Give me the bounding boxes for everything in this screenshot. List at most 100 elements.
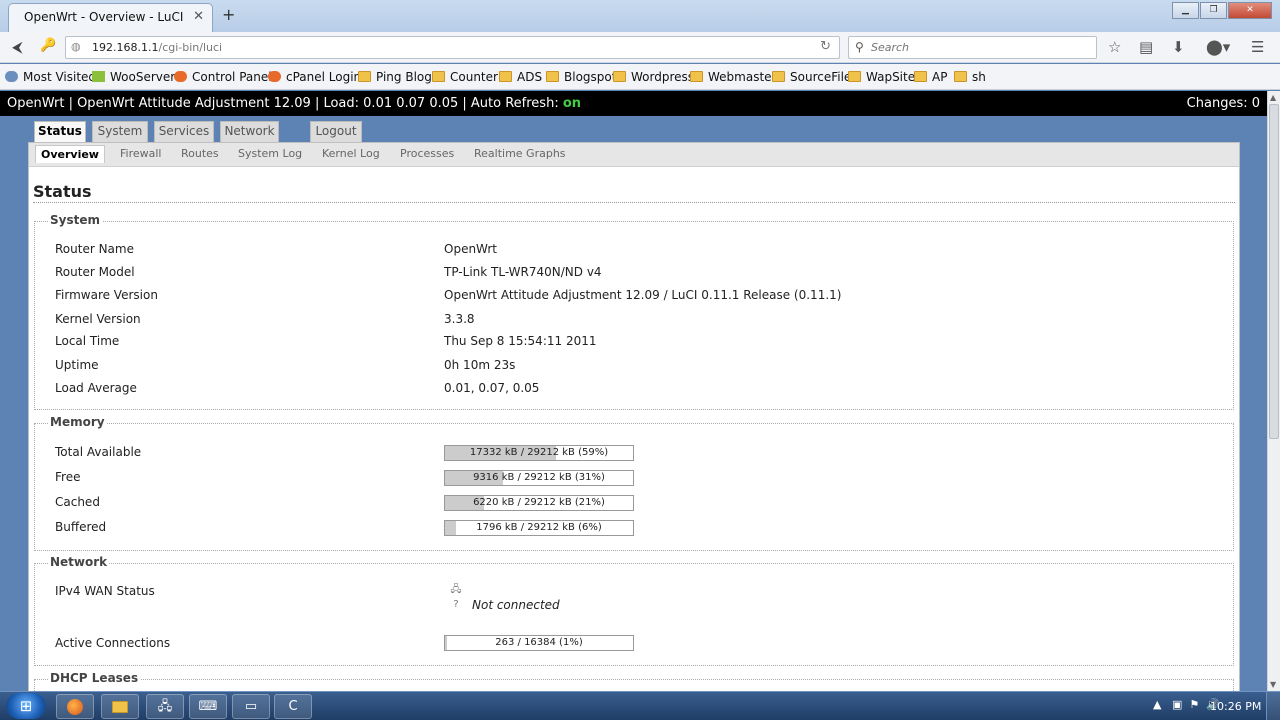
bookmark-wapsite[interactable]: WapSite: [848, 70, 915, 84]
active-connections-bar: 263 / 16384 (1%): [444, 635, 634, 651]
page-scrollbar[interactable]: ▲ ▼: [1267, 91, 1280, 691]
bookmark-label: Control Panel: [192, 70, 272, 84]
clock[interactable]: 10:26 PM: [1210, 700, 1261, 713]
restore-icon[interactable]: ❐: [1200, 2, 1227, 19]
taskbar-app-putty-icon[interactable]: ⌨: [189, 694, 227, 719]
url-host: 192.168.1.1: [92, 41, 159, 54]
search-input[interactable]: [871, 37, 1091, 58]
bookmark-label: SourceFile: [790, 70, 852, 84]
luci-header: OpenWrt | OpenWrt Attitude Adjustment 12…: [0, 91, 1267, 116]
scroll-down-icon[interactable]: ▼: [1270, 680, 1276, 689]
tab-status[interactable]: Status: [34, 121, 86, 142]
bookmark-ap[interactable]: AP: [914, 70, 947, 84]
bookmark-blogspot[interactable]: Blogspot: [546, 70, 616, 84]
kernel-version-label: Kernel Version: [55, 312, 141, 326]
bookmark-ads[interactable]: ADS: [499, 70, 542, 84]
address-bar[interactable]: ◍ 192.168.1.1/cgi-bin/luci ↻: [65, 36, 840, 59]
network-tray-icon[interactable]: ▣: [1172, 698, 1182, 711]
tab-logout[interactable]: Logout: [310, 121, 362, 142]
header-title: OpenWrt | OpenWrt Attitude Adjustment 12…: [7, 96, 559, 111]
memory-section: Memory Total Available 17332 kB / 29212 …: [34, 415, 1234, 551]
subtab-routes[interactable]: Routes: [181, 147, 219, 160]
bookmark-counter[interactable]: Counter: [432, 70, 498, 84]
bookmark-label: Blogspot: [564, 70, 617, 84]
memory-legend: Memory: [48, 415, 107, 429]
load-average-label: Load Average: [55, 381, 137, 395]
tab-system[interactable]: System: [92, 121, 148, 142]
router-name-value: OpenWrt: [444, 242, 498, 256]
bookmark-label: WapSite: [866, 70, 916, 84]
folder-icon: [546, 71, 559, 82]
folder-icon: [848, 71, 861, 82]
tab-network[interactable]: Network: [220, 121, 279, 142]
network-section: Network IPv4 WAN Status 🖧? Not connected…: [34, 555, 1234, 666]
subtab-firewall[interactable]: Firewall: [120, 147, 161, 160]
tab-close-icon[interactable]: ✕: [193, 9, 204, 24]
bookmark-most-visited[interactable]: Most Visited: [5, 70, 96, 84]
active-connections-text: 263 / 16384 (1%): [495, 637, 583, 648]
bookmark-label: Webmaster: [708, 70, 777, 84]
start-button[interactable]: ⊞: [6, 693, 46, 719]
tab-title: OpenWrt - Overview - LuCI: [24, 10, 184, 24]
taskbar-app-ccleaner-icon[interactable]: C: [274, 694, 312, 719]
free-bar: 9316 kB / 29212 kB (31%): [444, 470, 634, 486]
router-model-label: Router Model: [55, 265, 135, 279]
bookmark-wordpress[interactable]: Wordpress: [613, 70, 694, 84]
back-icon[interactable]: ⮜: [12, 38, 23, 56]
buffered-bar: 1796 kB / 29212 kB (6%): [444, 520, 634, 536]
local-time-label: Local Time: [55, 334, 120, 348]
tray-expand-icon[interactable]: ▲: [1153, 698, 1161, 711]
subtab-overview[interactable]: Overview: [35, 145, 105, 163]
uptime-label: Uptime: [55, 358, 99, 372]
bookmark-control-panel[interactable]: Control Panel: [174, 70, 272, 84]
bookmark-label: Wordpress: [631, 70, 695, 84]
search-box[interactable]: ⚲: [848, 36, 1097, 59]
flag-tray-icon[interactable]: ⚑: [1189, 698, 1199, 711]
reload-icon[interactable]: ↻: [820, 39, 831, 54]
subtab-system-log[interactable]: System Log: [238, 147, 302, 160]
scroll-up-icon[interactable]: ▲: [1270, 93, 1276, 102]
changes-count[interactable]: Changes: 0: [1187, 96, 1260, 111]
wan-status-label: IPv4 WAN Status: [55, 584, 155, 598]
bookmark-webmaster[interactable]: Webmaster: [690, 70, 776, 84]
wan-status-value: Not connected: [472, 598, 560, 612]
bookmarks-menu-icon[interactable]: ▤: [1139, 38, 1153, 56]
bookmarks-toolbar: Most Visited WooServers Control Panel cPane…: [0, 64, 1280, 90]
network-disconnected-icon: 🖧?: [450, 584, 462, 610]
bookmark-ping-blog[interactable]: Ping Blog: [358, 70, 432, 84]
taskbar-app-firefox-icon[interactable]: [56, 694, 94, 719]
new-tab-icon[interactable]: +: [222, 5, 235, 24]
url-text[interactable]: 192.168.1.1/cgi-bin/luci: [92, 41, 222, 54]
downloads-icon[interactable]: ⬇: [1172, 38, 1185, 56]
close-window-icon[interactable]: ✕: [1228, 2, 1272, 19]
gear-icon: [5, 71, 18, 82]
adblock-icon[interactable]: ⬤▾: [1206, 38, 1230, 56]
show-desktop-button[interactable]: [1266, 692, 1280, 720]
dhcp-section: DHCP Leases: [34, 671, 1234, 691]
bookmark-cpanel-login[interactable]: cPanel Login: [268, 70, 361, 84]
folder-icon: [914, 71, 927, 82]
taskbar-app-explorer-icon[interactable]: [101, 694, 139, 719]
subtab-realtime-graphs[interactable]: Realtime Graphs: [474, 147, 566, 160]
bookmark-sh[interactable]: sh: [954, 70, 986, 84]
active-connections-label: Active Connections: [55, 636, 171, 650]
minimize-icon[interactable]: ▁: [1172, 2, 1199, 19]
auto-refresh-toggle[interactable]: on: [563, 96, 581, 111]
subtab-processes[interactable]: Processes: [400, 147, 454, 160]
taskbar-app-network-icon[interactable]: 🖧: [146, 694, 184, 719]
bookmark-star-icon[interactable]: ☆: [1108, 38, 1121, 56]
scroll-thumb[interactable]: [1269, 104, 1279, 439]
bookmark-sourcefile[interactable]: SourceFile: [772, 70, 851, 84]
title-divider: [33, 202, 1235, 203]
browser-tab[interactable]: OpenWrt - Overview - LuCI ✕: [8, 3, 213, 32]
folder-icon: [690, 71, 703, 82]
menu-icon[interactable]: ☰: [1251, 38, 1264, 56]
bookmark-wooservers[interactable]: WooServers: [92, 70, 181, 84]
bookmark-label: WooServers: [110, 70, 182, 84]
browser-titlebar: OpenWrt - Overview - LuCI ✕ + ▁ ❐ ✕: [0, 0, 1280, 32]
bookmark-label: cPanel Login: [286, 70, 362, 84]
tab-services[interactable]: Services: [154, 121, 214, 142]
subtab-kernel-log[interactable]: Kernel Log: [322, 147, 380, 160]
taskbar-app-notepad-icon[interactable]: ▭: [232, 694, 270, 719]
site-identity-icon[interactable]: 🔑: [40, 38, 56, 53]
